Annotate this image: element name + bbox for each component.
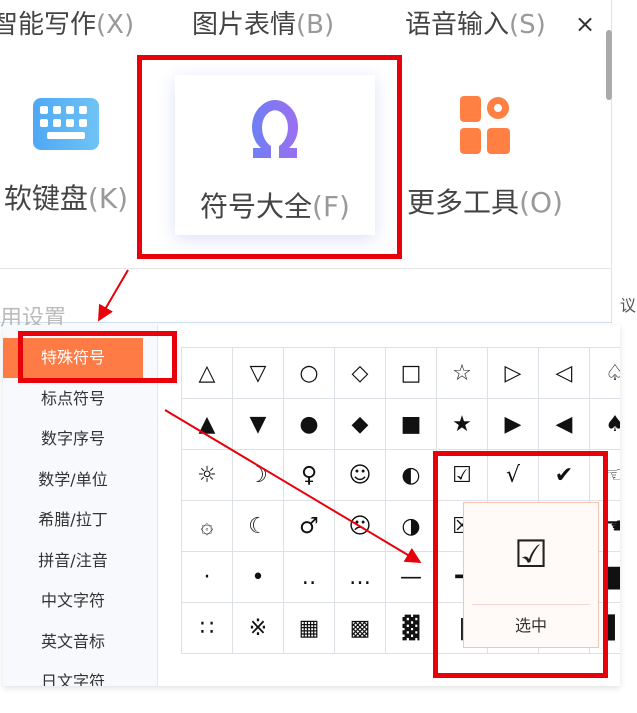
select-button[interactable]: 选中 bbox=[464, 605, 598, 647]
category-item[interactable]: 中文字符 bbox=[3, 581, 143, 621]
symbol-cell[interactable]: ✔ bbox=[539, 450, 590, 501]
symbol-cell[interactable]: ▲ bbox=[182, 399, 233, 450]
close-button[interactable]: × bbox=[575, 10, 595, 38]
tool-label: 软键盘 bbox=[3, 182, 88, 215]
symbol-cell[interactable]: ☆ bbox=[437, 348, 488, 399]
symbol-cell[interactable]: ★ bbox=[437, 399, 488, 450]
tool-label: 符号大全 bbox=[200, 190, 313, 223]
tool-shortcut: (F) bbox=[312, 190, 350, 223]
symbol-cell[interactable]: ☜ bbox=[590, 450, 620, 501]
symbol-cell[interactable]: ● bbox=[284, 399, 335, 450]
tab-shortcut: (X) bbox=[96, 10, 135, 40]
symbol-cell[interactable]: ♠ bbox=[590, 399, 620, 450]
symbol-cell[interactable]: ▼ bbox=[233, 399, 284, 450]
symbol-cell[interactable]: ☽ bbox=[233, 450, 284, 501]
symbol-cell[interactable]: ♀ bbox=[284, 450, 335, 501]
symbol-cell[interactable]: · bbox=[182, 552, 233, 603]
symbol-cell[interactable]: • bbox=[233, 552, 284, 603]
symbol-cell[interactable]: ♂ bbox=[284, 501, 335, 552]
symbol-cell[interactable]: ☹ bbox=[335, 501, 386, 552]
more-tools-icon bbox=[460, 96, 510, 154]
symbol-cell[interactable]: ☾ bbox=[233, 501, 284, 552]
category-item[interactable]: 标点符号 bbox=[3, 379, 143, 419]
symbol-cell[interactable]: ∷ bbox=[182, 603, 233, 654]
keyboard-icon bbox=[33, 98, 99, 150]
preview-symbol: ☑ bbox=[472, 503, 590, 605]
symbol-cell[interactable]: ♤ bbox=[590, 348, 620, 399]
divider bbox=[0, 268, 611, 269]
category-item[interactable]: 数学/单位 bbox=[3, 460, 143, 500]
category-item[interactable]: 拼音/注音 bbox=[3, 541, 143, 581]
symbol-cell[interactable]: ▦ bbox=[284, 603, 335, 654]
category-item[interactable]: 数字序号 bbox=[3, 419, 143, 459]
category-item[interactable]: 英文音标 bbox=[3, 622, 143, 662]
tab-smart-writing[interactable]: 智能写作(X) bbox=[0, 4, 134, 41]
symbol-cell[interactable]: ▓ bbox=[386, 603, 437, 654]
symbol-cell[interactable]: ◆ bbox=[335, 399, 386, 450]
scrollbar[interactable] bbox=[606, 30, 612, 100]
symbol-cell[interactable]: ☼ bbox=[182, 450, 233, 501]
symbol-cell[interactable]: □ bbox=[386, 348, 437, 399]
symbol-cell[interactable]: ۞ bbox=[182, 501, 233, 552]
background-text: 议 bbox=[620, 296, 637, 315]
tab-label: 语音输入 bbox=[405, 10, 510, 40]
tab-voice-input[interactable]: 语音输入(S) bbox=[405, 4, 546, 41]
symbol-cell[interactable]: √ bbox=[488, 450, 539, 501]
tool-shortcut: (K) bbox=[87, 182, 129, 215]
symbol-cell[interactable]: ◇ bbox=[335, 348, 386, 399]
symbol-cell[interactable]: ‥ bbox=[284, 552, 335, 603]
tab-label: 智能写作 bbox=[0, 10, 97, 40]
symbol-cell[interactable]: △ bbox=[182, 348, 233, 399]
symbol-cell[interactable]: ☑ bbox=[437, 450, 488, 501]
symbol-cell[interactable]: ■ bbox=[386, 399, 437, 450]
symbol-cell[interactable]: ◀ bbox=[539, 399, 590, 450]
symbol-cell[interactable]: ◁ bbox=[539, 348, 590, 399]
symbol-cell[interactable]: ○ bbox=[284, 348, 335, 399]
tab-image-emoji[interactable]: 图片表情(B) bbox=[192, 4, 334, 41]
category-item[interactable]: 希腊/拉丁 bbox=[3, 500, 143, 540]
symbol-cell[interactable]: ◐ bbox=[386, 450, 437, 501]
symbol-cell[interactable]: ▽ bbox=[233, 348, 284, 399]
symbol-cell[interactable]: ▶ bbox=[488, 399, 539, 450]
tool-label: 更多工具 bbox=[407, 186, 520, 219]
more-tools-button[interactable]: 更多工具(O) bbox=[400, 70, 570, 221]
symbol-cell[interactable]: — bbox=[386, 552, 437, 603]
category-item[interactable]: 特殊符号 bbox=[3, 338, 143, 378]
toolbox-panel: 智能写作(X) 图片表情(B) 语音输入(S) × 软键盘(K) 符号大全(F)… bbox=[0, 0, 612, 331]
symbol-preview-popup: ☑ 选中 bbox=[463, 502, 599, 648]
symbol-cell[interactable]: ◑ bbox=[386, 501, 437, 552]
symbol-cell[interactable]: ▷ bbox=[488, 348, 539, 399]
symbol-cell[interactable]: ☺ bbox=[335, 450, 386, 501]
tab-shortcut: (B) bbox=[296, 10, 335, 40]
tab-label: 图片表情 bbox=[192, 10, 297, 40]
tool-shortcut: (O) bbox=[519, 186, 563, 219]
soft-keyboard-button[interactable]: 软键盘(K) bbox=[0, 70, 136, 217]
category-item[interactable]: 日文字符 bbox=[3, 662, 143, 686]
symbol-cell[interactable]: … bbox=[335, 552, 386, 603]
category-nav: 特殊符号 标点符号 数字序号 数学/单位 希腊/拉丁 拼音/注音 中文字符 英文音标 日文字符 bbox=[3, 325, 158, 686]
symbols-button[interactable]: 符号大全(F) bbox=[175, 70, 375, 225]
tab-shortcut: (S) bbox=[509, 10, 546, 40]
omega-icon bbox=[252, 100, 298, 158]
symbol-cell[interactable]: ※ bbox=[233, 603, 284, 654]
symbol-cell[interactable]: ▩ bbox=[335, 603, 386, 654]
